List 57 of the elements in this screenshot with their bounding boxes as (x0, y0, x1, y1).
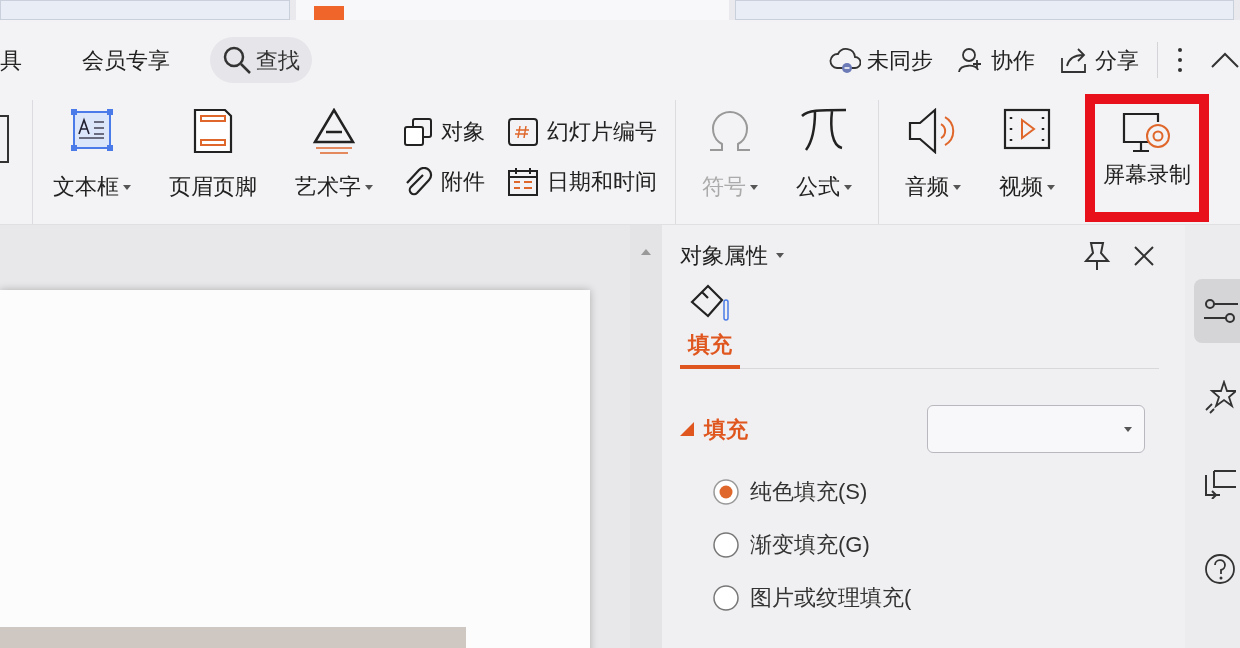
ribbon-button[interactable]: 公式 (788, 100, 860, 224)
paperclip-icon (403, 167, 433, 197)
close-icon[interactable] (1133, 244, 1155, 267)
more-icon[interactable] (1176, 46, 1184, 74)
toolbar-button[interactable]: 协作 (957, 43, 1035, 77)
text-box-icon (70, 108, 114, 152)
triangle-icon (680, 422, 694, 436)
header-footer-icon (193, 108, 233, 154)
dropdown-icon (1124, 426, 1132, 432)
radio-option[interactable]: 纯色填充(S) (712, 475, 1163, 508)
pin-icon[interactable] (1083, 240, 1111, 271)
dropdown-icon (365, 184, 373, 190)
ribbon-button[interactable]: 页眉页脚 (161, 100, 265, 224)
calendar-icon (507, 167, 539, 197)
menu-tab[interactable]: 会员专享 (82, 43, 170, 77)
ribbon-button[interactable]: 文本框 (45, 100, 139, 224)
dropdown-icon (776, 253, 784, 258)
dropdown-icon (123, 184, 131, 190)
toolbar-button[interactable]: 未同步 (829, 43, 933, 77)
object-icon (403, 117, 433, 147)
fill-bucket-icon (688, 282, 732, 322)
ribbon-button[interactable]: 对象 (403, 117, 485, 147)
ribbon-button[interactable]: 音频 (897, 100, 969, 224)
sliders-icon (1204, 297, 1238, 325)
search-button[interactable]: 查找 (210, 37, 312, 83)
dropdown-icon (844, 184, 852, 190)
search-icon (222, 45, 252, 75)
transition-icon (1204, 467, 1236, 499)
cloud-icon (829, 46, 861, 74)
toolbar-button[interactable]: 分享 (1059, 43, 1139, 77)
app-icon (313, 6, 344, 20)
ribbon-button[interactable]: 日期和时间 (507, 167, 657, 197)
document-tab[interactable] (295, 0, 730, 20)
radio-option[interactable]: 图片或纹理填充( (712, 581, 1163, 614)
dropdown-icon (750, 184, 758, 190)
radio-option[interactable]: 渐变填充(G) (712, 528, 1163, 561)
screen-record-icon (1122, 112, 1172, 154)
ribbon-button[interactable]: 幻灯片编号 (507, 117, 657, 147)
ribbon-button[interactable]: 屏幕录制 (1085, 94, 1209, 222)
sidebar-tab[interactable] (1194, 279, 1240, 343)
ribbon-button[interactable]: 视频 (991, 100, 1063, 224)
video-icon (1003, 108, 1051, 150)
ribbon-button[interactable]: 附件 (403, 167, 485, 197)
letter-a-icon (312, 108, 356, 154)
radio-icon[interactable] (712, 530, 740, 559)
share-icon (1059, 46, 1089, 74)
help-icon (1204, 553, 1236, 585)
slide-number-icon (507, 117, 539, 147)
ribbon-button[interactable]: 艺术字 (287, 100, 381, 224)
panel-title[interactable]: 对象属性 (680, 239, 784, 272)
collapse-icon[interactable] (1210, 51, 1240, 69)
dropdown-icon (953, 184, 961, 190)
menu-tab[interactable]: 具 (0, 43, 22, 77)
radio-icon[interactable] (712, 583, 740, 612)
radio-icon[interactable] (712, 477, 740, 506)
star-icon (1204, 380, 1236, 414)
dropdown-icon (1047, 184, 1055, 190)
